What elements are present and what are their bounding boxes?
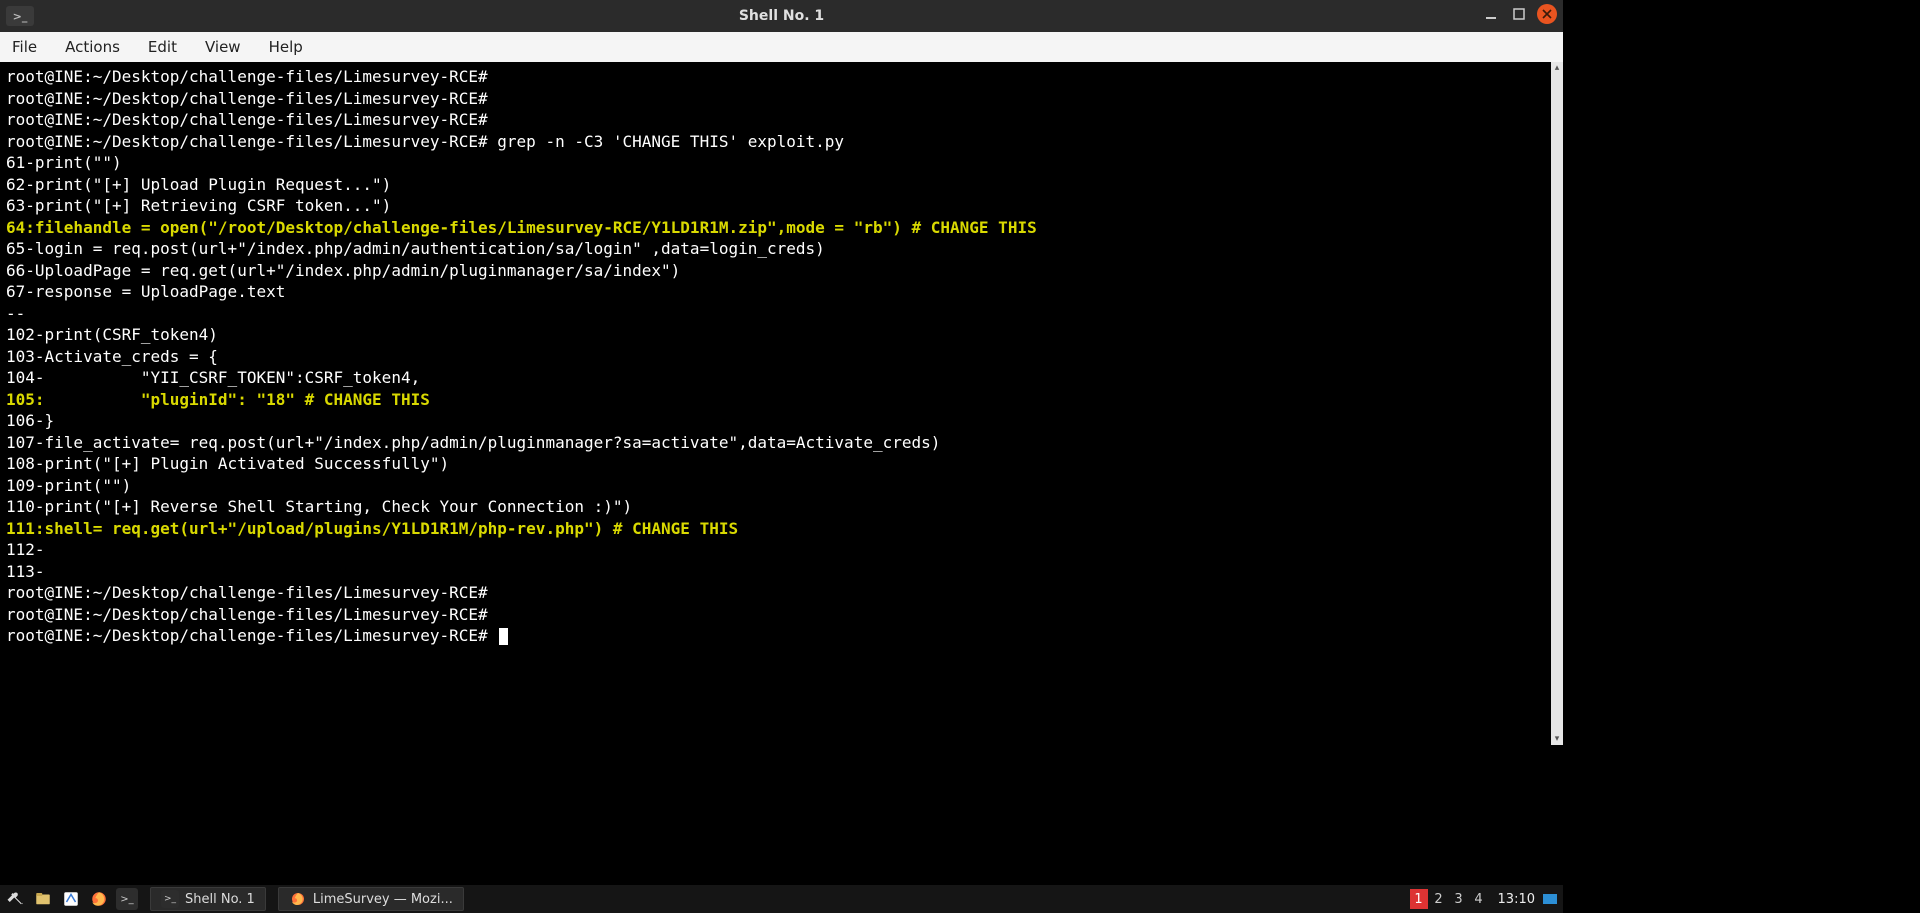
terminal-line: root@INE:~/Desktop/challenge-files/Limes… xyxy=(6,625,1545,647)
terminal-line: 67-response = UploadPage.text xyxy=(6,281,1545,303)
tool-icon[interactable] xyxy=(4,888,26,910)
firefox-icon xyxy=(289,890,307,908)
terminal-line: -- xyxy=(6,303,1545,325)
terminal-line: 63-print("[+] Retrieving CSRF token...") xyxy=(6,195,1545,217)
terminal-line: 61-print("") xyxy=(6,152,1545,174)
taskbar: >_ >_ Shell No. 1 LimeSurvey — Mozi... 1… xyxy=(0,885,1563,913)
terminal-icon: >_ xyxy=(6,6,34,26)
terminal-line: 62-print("[+] Upload Plugin Request...") xyxy=(6,174,1545,196)
tray-indicator-icon[interactable] xyxy=(1543,894,1557,904)
window-title: Shell No. 1 xyxy=(739,8,824,24)
terminal-line: 113- xyxy=(6,561,1545,583)
taskbar-right: 1 2 3 4 13:10 xyxy=(1410,889,1563,909)
terminal-line: 64:filehandle = open("/root/Desktop/chal… xyxy=(6,217,1545,239)
minimize-button[interactable] xyxy=(1481,4,1501,24)
terminal-line: 102-print(CSRF_token4) xyxy=(6,324,1545,346)
task-shell-label: Shell No. 1 xyxy=(185,892,255,907)
terminal-line: root@INE:~/Desktop/challenge-files/Limes… xyxy=(6,88,1545,110)
terminal-line: root@INE:~/Desktop/challenge-files/Limes… xyxy=(6,582,1545,604)
scroll-up-icon[interactable]: ▴ xyxy=(1551,62,1563,74)
workspace-3[interactable]: 3 xyxy=(1450,889,1468,909)
terminal-line: 65-login = req.post(url+"/index.php/admi… xyxy=(6,238,1545,260)
close-button[interactable] xyxy=(1537,4,1557,24)
scrollbar[interactable]: ▴ ▾ xyxy=(1551,62,1563,745)
workspace-4[interactable]: 4 xyxy=(1470,889,1488,909)
files-icon[interactable] xyxy=(32,888,54,910)
terminal-line: 103-Activate_creds = { xyxy=(6,346,1545,368)
menubar: File Actions Edit View Help xyxy=(0,32,1563,62)
scroll-down-icon[interactable]: ▾ xyxy=(1551,733,1563,745)
terminal-line: root@INE:~/Desktop/challenge-files/Limes… xyxy=(6,604,1545,626)
terminal-line: 112- xyxy=(6,539,1545,561)
terminal-line: 66-UploadPage = req.get(url+"/index.php/… xyxy=(6,260,1545,282)
terminal-line: 110-print("[+] Reverse Shell Starting, C… xyxy=(6,496,1545,518)
terminal-launcher-icon[interactable]: >_ xyxy=(116,888,138,910)
menu-help[interactable]: Help xyxy=(265,36,307,58)
taskbar-left: >_ >_ Shell No. 1 LimeSurvey — Mozi... xyxy=(0,887,464,911)
terminal-line: 105: "pluginId": "18" # CHANGE THIS xyxy=(6,389,1545,411)
menu-actions[interactable]: Actions xyxy=(61,36,124,58)
cursor xyxy=(499,628,508,645)
workspace-1[interactable]: 1 xyxy=(1410,889,1428,909)
terminal-icon: >_ xyxy=(161,890,179,908)
terminal-line: 107-file_activate= req.post(url+"/index.… xyxy=(6,432,1545,454)
task-shell[interactable]: >_ Shell No. 1 xyxy=(150,887,266,911)
terminal-window: >_ Shell No. 1 File Actions Edit View He… xyxy=(0,0,1563,745)
maximize-button[interactable] xyxy=(1509,4,1529,24)
terminal-line: root@INE:~/Desktop/challenge-files/Limes… xyxy=(6,131,1545,153)
terminal-line: 106-} xyxy=(6,410,1545,432)
terminal-line: root@INE:~/Desktop/challenge-files/Limes… xyxy=(6,66,1545,88)
firefox-launcher-icon[interactable] xyxy=(88,888,110,910)
terminal-line: 109-print("") xyxy=(6,475,1545,497)
terminal-output[interactable]: root@INE:~/Desktop/challenge-files/Limes… xyxy=(0,62,1551,745)
clock[interactable]: 13:10 xyxy=(1498,892,1535,907)
task-browser[interactable]: LimeSurvey — Mozi... xyxy=(278,887,464,911)
terminal-line: root@INE:~/Desktop/challenge-files/Limes… xyxy=(6,109,1545,131)
menu-view[interactable]: View xyxy=(201,36,245,58)
window-controls xyxy=(1481,4,1557,24)
titlebar[interactable]: >_ Shell No. 1 xyxy=(0,0,1563,32)
workspace-2[interactable]: 2 xyxy=(1430,889,1448,909)
menu-edit[interactable]: Edit xyxy=(144,36,181,58)
terminal-area: root@INE:~/Desktop/challenge-files/Limes… xyxy=(0,62,1563,745)
terminal-line: 108-print("[+] Plugin Activated Successf… xyxy=(6,453,1545,475)
menu-file[interactable]: File xyxy=(8,36,41,58)
editor-icon[interactable] xyxy=(60,888,82,910)
terminal-line: 111:shell= req.get(url+"/upload/plugins/… xyxy=(6,518,1545,540)
terminal-line: 104- "YII_CSRF_TOKEN":CSRF_token4, xyxy=(6,367,1545,389)
task-browser-label: LimeSurvey — Mozi... xyxy=(313,892,453,907)
